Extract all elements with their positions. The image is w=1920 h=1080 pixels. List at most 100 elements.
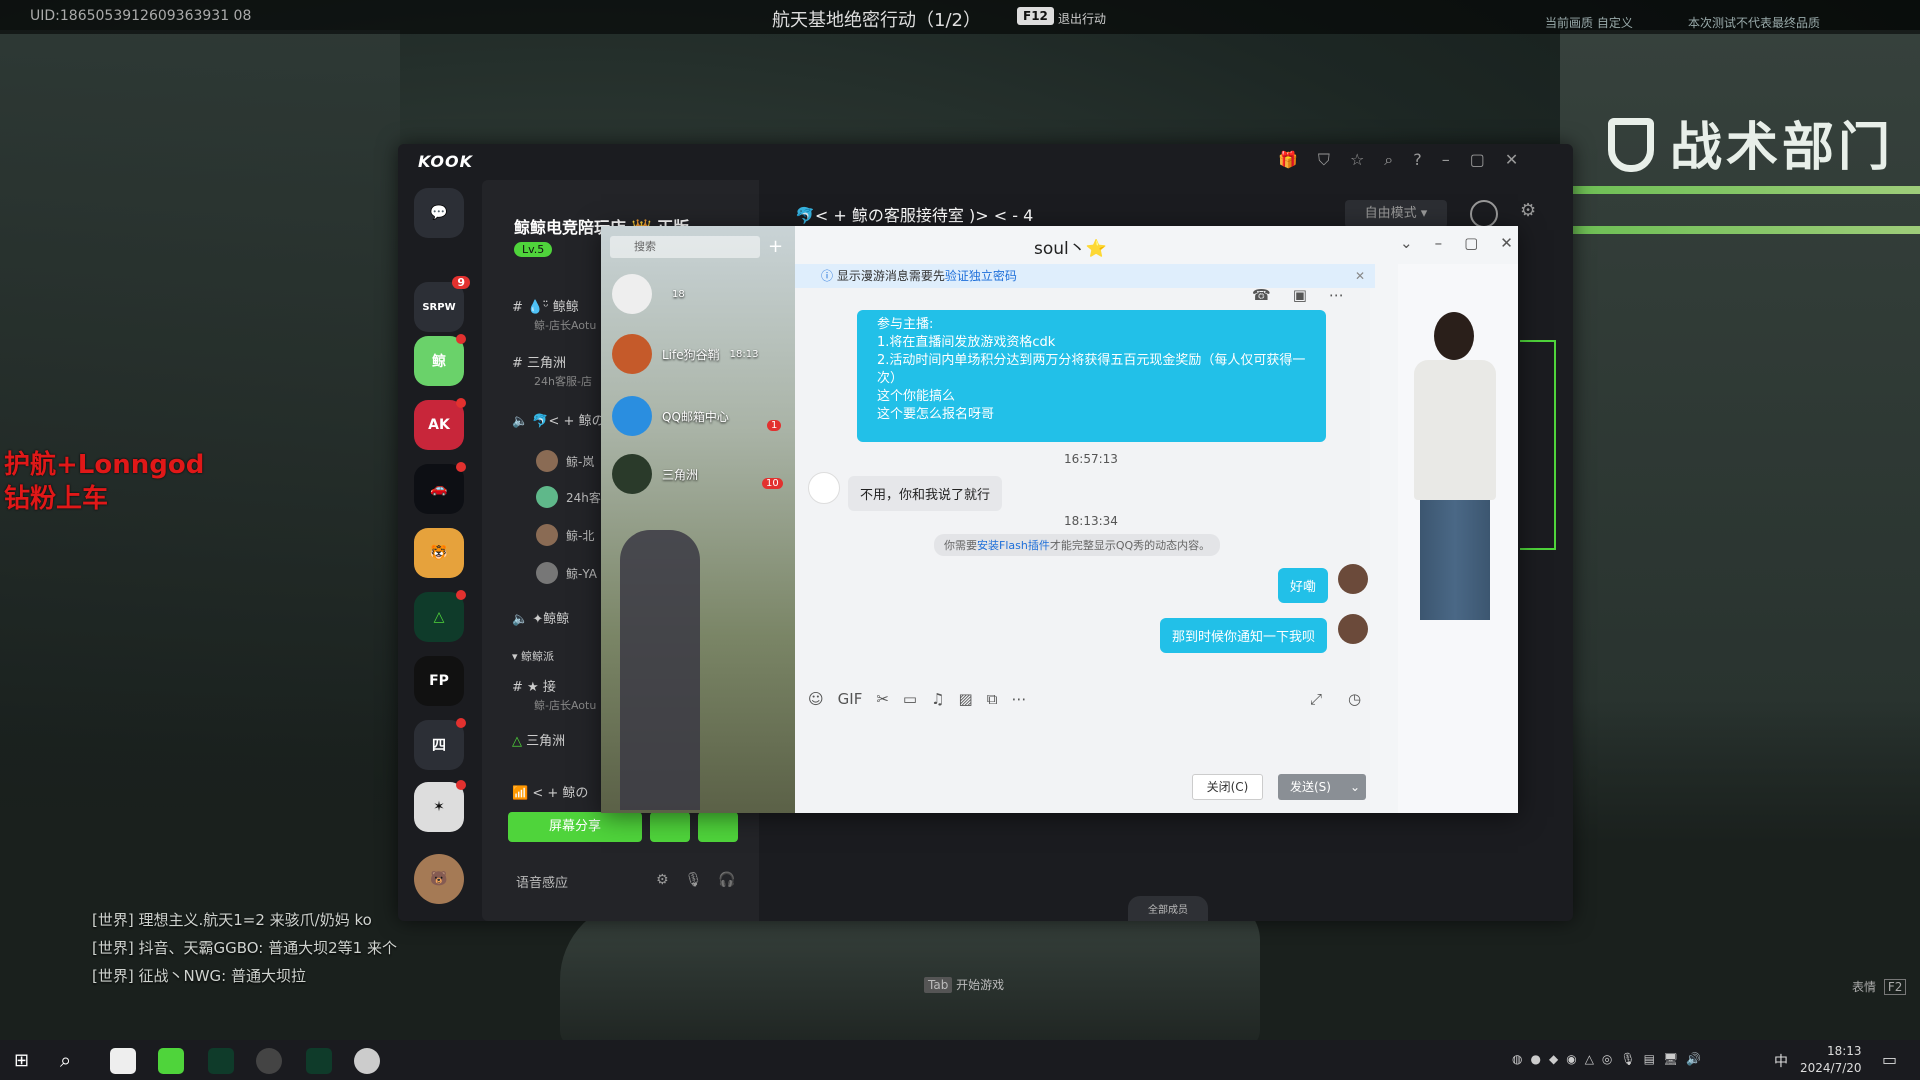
voice-user[interactable]: 鲸-北	[536, 524, 594, 546]
avatar[interactable]	[808, 472, 840, 504]
chevron-down-icon[interactable]: ⌄	[1400, 234, 1413, 252]
windows-start-icon[interactable]: ⊞	[14, 1050, 29, 1071]
music-icon[interactable]: ♫	[931, 690, 944, 708]
notification-icon[interactable]: ▭	[1882, 1050, 1897, 1069]
phone-icon[interactable]: ☎	[1252, 286, 1271, 304]
contact-item[interactable]: Life狗谷鞘 18:13	[612, 334, 758, 374]
rail-server[interactable]: 🐯	[414, 528, 464, 578]
channel-item[interactable]: # 💧ᵕ̈ 鲸鲸 鲸-店长Aotu	[512, 296, 596, 333]
add-icon[interactable]: +	[768, 236, 783, 257]
unread-dot	[456, 334, 466, 344]
shirt-icon[interactable]: ⛉	[1318, 150, 1330, 170]
minimize-icon[interactable]: –	[1442, 150, 1450, 170]
avatar[interactable]	[1338, 564, 1368, 594]
app-icon[interactable]	[208, 1048, 234, 1074]
search-icon[interactable]	[1470, 200, 1498, 228]
close-icon[interactable]: ✕	[1505, 150, 1518, 170]
voice-user[interactable]: 鲸-YA	[536, 562, 597, 584]
qq-icon[interactable]	[354, 1048, 380, 1074]
close-icon[interactable]: ✕	[1500, 234, 1513, 252]
rail-server[interactable]: AK	[414, 398, 466, 450]
all-members-button[interactable]: 全部成员	[1128, 896, 1208, 921]
voice-user[interactable]: 24h客	[536, 486, 601, 508]
channel-item[interactable]: 🔈 ✦鲸鲸	[512, 608, 569, 627]
more-icon[interactable]: ⋯	[1011, 690, 1026, 708]
app-icon[interactable]	[256, 1048, 282, 1074]
more-icon[interactable]: ⋯	[1329, 286, 1344, 304]
tray-icon[interactable]: △	[1585, 1052, 1594, 1066]
tray-icon[interactable]: ◎	[1602, 1052, 1612, 1066]
channel-item[interactable]: 📶 < + 鲸の	[512, 782, 588, 801]
clock[interactable]: 18:13 2024/7/20	[1800, 1043, 1862, 1077]
minimize-icon[interactable]: –	[1435, 234, 1443, 252]
folder-icon[interactable]: ▭	[903, 690, 917, 708]
star-icon[interactable]: ☆	[1350, 150, 1364, 170]
contact-item[interactable]: 18	[612, 274, 685, 314]
settings-icon[interactable]: ⚙	[1520, 200, 1536, 221]
rail-messages[interactable]: 💬	[414, 188, 464, 238]
tray-icon[interactable]: ◆	[1549, 1052, 1558, 1066]
gift-icon[interactable]: 🎁	[1278, 150, 1298, 170]
headphones-icon[interactable]: 🎧	[718, 872, 735, 888]
game-weapon	[560, 900, 1260, 1050]
emoji-icon[interactable]: ☺	[808, 690, 824, 708]
verify-password-link[interactable]: 验证独立密码	[945, 269, 1017, 283]
avatar[interactable]	[1338, 614, 1368, 644]
channel-item[interactable]: △ 三角洲	[512, 730, 565, 749]
user-avatar[interactable]: 🐻	[414, 854, 464, 904]
history-icon[interactable]: ◷	[1348, 690, 1361, 708]
help-icon[interactable]: ?	[1413, 150, 1422, 170]
screen-share-button[interactable]: 屏幕分享	[508, 812, 642, 842]
channel-item[interactable]: 🔈 🐬< + 鲸の	[512, 410, 605, 429]
channel-category[interactable]: ▾ 鲸鲸派	[512, 648, 554, 664]
contact-item[interactable]: 三角洲	[612, 454, 698, 494]
volume-icon[interactable]: 🔊	[1686, 1052, 1701, 1066]
channel-item[interactable]: # ★ 接鲸-店长Aotu	[512, 676, 596, 713]
rail-server[interactable]: 四	[414, 718, 466, 770]
rail-server[interactable]: ✶	[414, 780, 466, 832]
send-button[interactable]: 发送(S) ⌄	[1278, 774, 1366, 800]
rail-server[interactable]: SRPW 9	[414, 276, 470, 332]
rail-server[interactable]: 鲸	[414, 334, 466, 386]
close-button[interactable]: 关闭(C)	[1192, 774, 1263, 800]
rail-server[interactable]: FP	[414, 656, 464, 706]
app-icon[interactable]	[306, 1048, 332, 1074]
channel-name: ★ 接	[527, 680, 556, 695]
install-flash-link[interactable]: 安装Flash插件	[977, 539, 1050, 552]
maximize-icon[interactable]: ▢	[1470, 150, 1485, 170]
qq-search-input[interactable]: 搜索	[610, 236, 760, 258]
exit-mission-button[interactable]: 退出行动	[1058, 10, 1106, 27]
image-icon[interactable]: ▨	[959, 690, 973, 708]
rail-server[interactable]: △	[414, 590, 466, 642]
contact-item[interactable]: QQ邮箱中心	[612, 396, 729, 436]
channel-item[interactable]: # 三角洲 24h客服-店	[512, 352, 592, 389]
ime-indicator[interactable]: 中	[1774, 1051, 1788, 1071]
tray-icon[interactable]: ●	[1530, 1052, 1540, 1066]
music-button[interactable]	[698, 812, 738, 842]
settings-icon[interactable]: ⚙	[656, 872, 669, 888]
search-icon[interactable]: ⌕	[60, 1048, 71, 1072]
chevron-down-icon[interactable]: ⌄	[1350, 774, 1360, 800]
app-icon[interactable]	[110, 1048, 136, 1074]
tray-icon[interactable]: ◉	[1566, 1052, 1576, 1066]
expand-icon[interactable]: ⤢	[1310, 690, 1322, 708]
scissors-icon[interactable]: ✂	[876, 690, 889, 708]
avatar	[536, 486, 558, 508]
free-mode-dropdown[interactable]: 自由模式 ▾	[1345, 200, 1447, 228]
microphone-icon[interactable]: 🎙	[685, 872, 703, 888]
search-icon[interactable]: ⌕	[1384, 150, 1393, 170]
tray-icon[interactable]: ▤	[1644, 1052, 1655, 1066]
network-icon[interactable]: 🖥	[1663, 1052, 1678, 1066]
screenshot-icon[interactable]: ⧉	[987, 690, 998, 708]
app-icon[interactable]	[158, 1048, 184, 1074]
maximize-icon[interactable]: ▢	[1464, 234, 1478, 252]
rail-server[interactable]: 🚗	[414, 462, 466, 514]
gif-icon[interactable]: GIF	[838, 690, 863, 708]
chat-line: [世界] 征战丶NWG: 普通大坝拉	[92, 967, 306, 985]
close-icon[interactable]: ✕	[1355, 264, 1365, 288]
microphone-icon[interactable]: 🎙	[1620, 1052, 1635, 1066]
tray-icon[interactable]: ◍	[1512, 1052, 1522, 1066]
camera-button[interactable]	[650, 812, 690, 842]
video-icon[interactable]: ▣	[1293, 286, 1307, 304]
voice-user[interactable]: 鲸-岚	[536, 450, 594, 472]
